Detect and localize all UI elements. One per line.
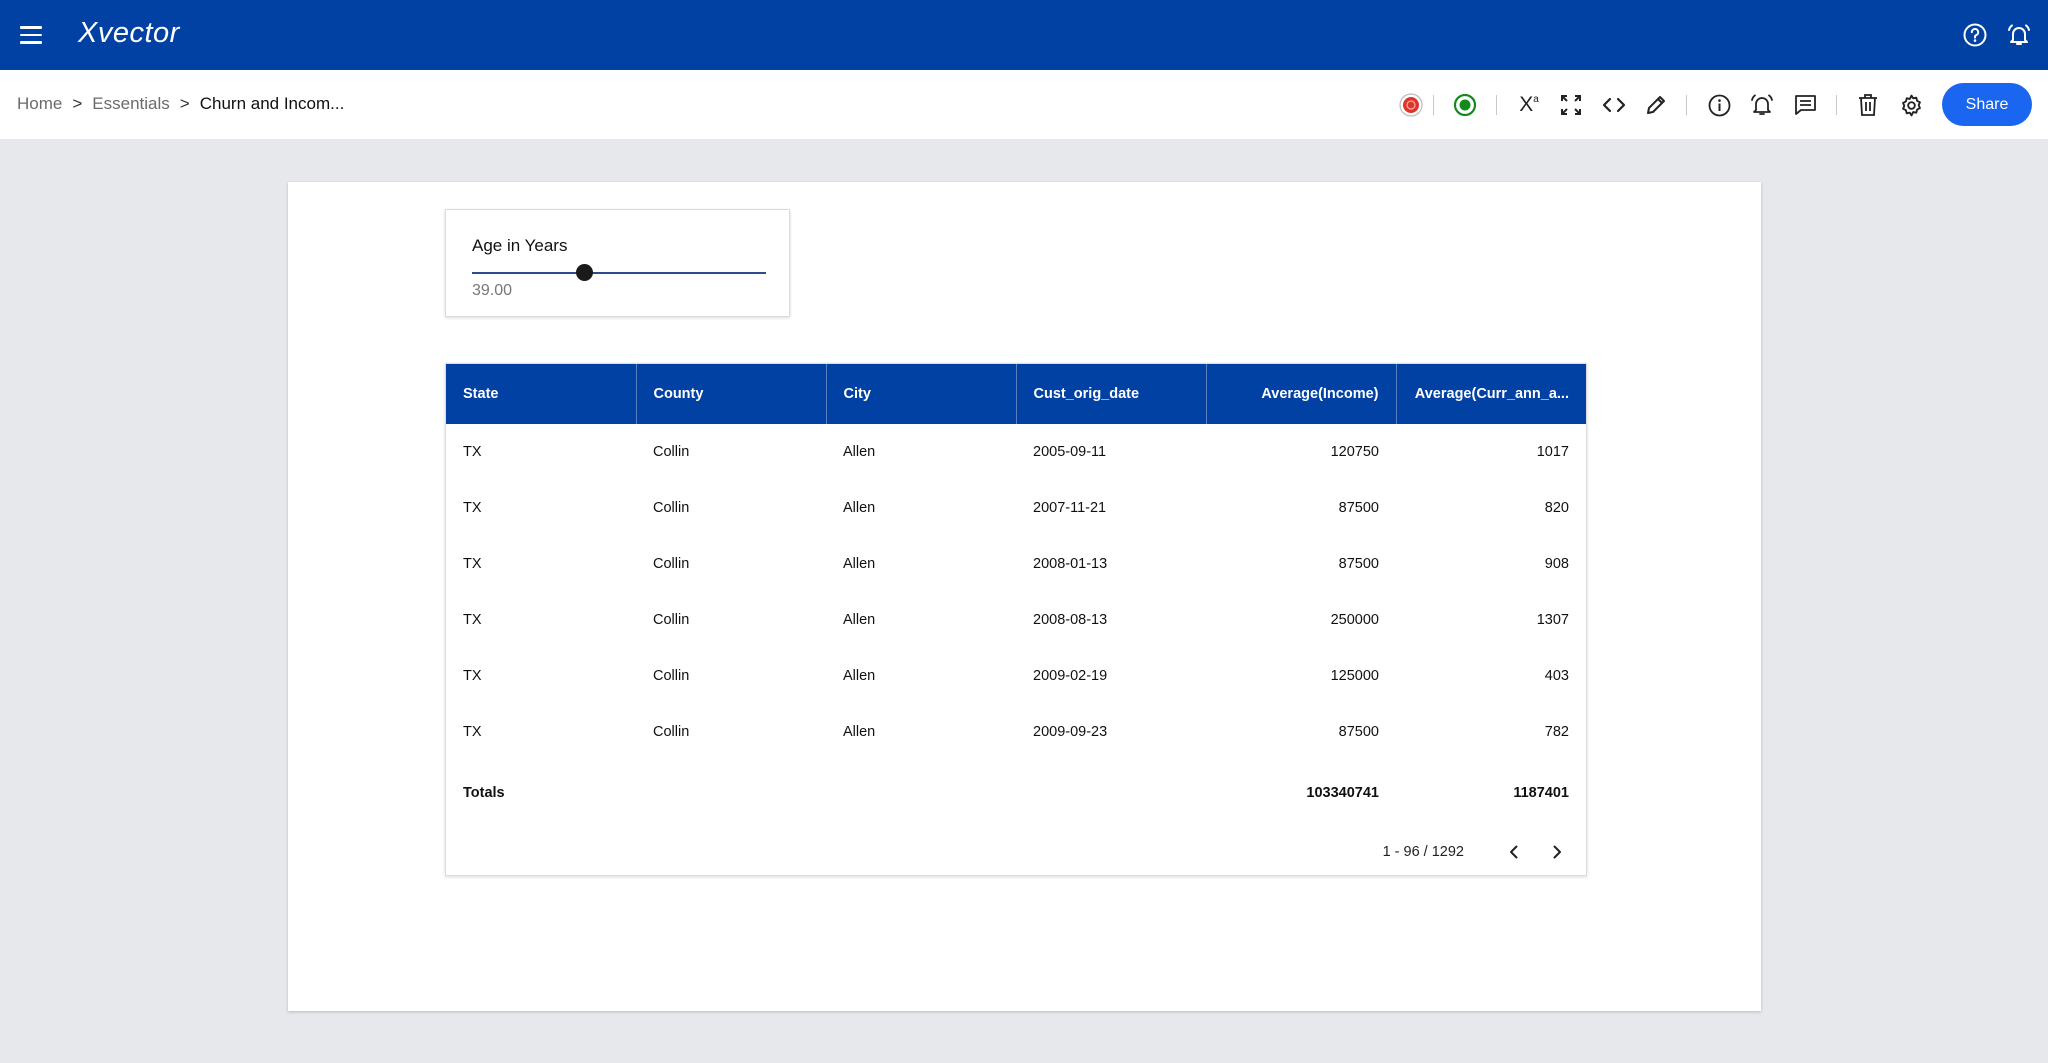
pagination-range: 1 - 96 / 1292 (1382, 844, 1464, 860)
cell-state: TX (463, 724, 482, 740)
slider-value: 39.00 (472, 282, 513, 299)
chevron-left-icon (1510, 845, 1518, 859)
settings-gear-icon[interactable] (1897, 91, 1925, 119)
slider-label: Age in Years (472, 236, 568, 255)
menu-icon[interactable] (20, 26, 42, 44)
cell-state: TX (463, 612, 482, 628)
cell-date: 2005-09-11 (1033, 444, 1107, 460)
app-bar: Xvector (0, 0, 2048, 70)
table-row: TX Collin Allen 2009-02-19 125000 403 (446, 648, 1586, 704)
info-icon[interactable] (1705, 91, 1733, 119)
age-slider-card: Age in Years 39.00 (445, 209, 790, 317)
cell-income: 87500 (1338, 724, 1379, 740)
cell-city: Allen (843, 556, 876, 572)
comment-icon[interactable] (1791, 91, 1819, 119)
cell-state: TX (463, 444, 482, 460)
cell-city: Allen (843, 500, 876, 516)
trash-icon[interactable] (1854, 91, 1882, 119)
cell-income: 125000 (1330, 668, 1379, 684)
help-icon[interactable] (1962, 22, 1988, 48)
dashboard-canvas: Age in Years 39.00 State County City Cus… (288, 182, 1761, 1011)
edit-pencil-icon[interactable] (1642, 91, 1670, 119)
toolbar-divider (1433, 95, 1434, 115)
cell-city: Allen (843, 668, 876, 684)
chevron-right-icon (1553, 845, 1561, 859)
cell-date: 2007-11-21 (1033, 500, 1107, 516)
cell-date: 2009-09-23 (1033, 724, 1108, 740)
toolbar-divider (1686, 95, 1687, 115)
cell-county: Collin (653, 612, 690, 628)
status-running-icon[interactable] (1451, 91, 1479, 119)
toolbar-divider (1836, 95, 1837, 115)
totals-row: Totals 103340741 1187401 (446, 760, 1586, 826)
table-row: TX Collin Allen 2007-11-21 87500 820 (446, 480, 1586, 536)
share-button[interactable]: Share (1942, 83, 2032, 126)
column-header-average-curr-ann[interactable]: Average(Curr_ann_a... (1396, 364, 1586, 424)
breadcrumb-home[interactable]: Home (17, 94, 62, 114)
breadcrumb-separator: > (72, 94, 83, 113)
next-page-button[interactable] (1542, 837, 1572, 867)
table-row: TX Collin Allen 2005-09-11 120750 1017 (446, 424, 1586, 480)
cell-curr-ann: 403 (1544, 668, 1569, 684)
cell-income: 250000 (1330, 612, 1379, 628)
cell-curr-ann: 1307 (1536, 612, 1569, 628)
breadcrumb-essentials[interactable]: Essentials (92, 94, 169, 114)
cell-curr-ann: 820 (1544, 500, 1569, 516)
alert-bell-icon[interactable] (1748, 91, 1776, 119)
cell-city: Allen (843, 724, 876, 740)
notification-bell-icon[interactable] (2006, 22, 2032, 48)
cell-date: 2008-01-13 (1033, 556, 1108, 572)
column-header-cust-orig-date[interactable]: Cust_orig_date (1016, 364, 1207, 424)
table-header-row: State County City Cust_orig_date Average… (446, 364, 1586, 424)
breadcrumb-separator: > (179, 94, 190, 113)
cell-county: Collin (653, 724, 690, 740)
toolbar-divider (1496, 95, 1497, 115)
cell-state: TX (463, 556, 482, 572)
breadcrumb-current: Churn and Incom... (199, 94, 345, 113)
cell-curr-ann: 782 (1544, 724, 1569, 740)
cell-income: 87500 (1338, 556, 1379, 572)
totals-income: 103340741 (1306, 785, 1379, 801)
fullscreen-icon[interactable] (1557, 91, 1585, 119)
data-table: State County City Cust_orig_date Average… (446, 364, 1586, 826)
column-header-average-income[interactable]: Average(Income) (1206, 364, 1397, 424)
formula-icon[interactable]: Xa (1515, 91, 1543, 119)
cell-state: TX (463, 500, 482, 516)
cell-city: Allen (843, 444, 876, 460)
totals-curr-ann: 1187401 (1513, 785, 1569, 801)
totals-label: Totals (463, 785, 505, 801)
toolbar: Home > Essentials > Churn and Incom... X… (0, 70, 2048, 139)
cell-county: Collin (653, 556, 690, 572)
table-row: TX Collin Allen 2008-08-13 250000 1307 (446, 592, 1586, 648)
cell-income: 87500 (1338, 500, 1379, 516)
status-red-icon[interactable] (1397, 91, 1425, 119)
breadcrumb: Home > Essentials > Churn and Incom... (17, 94, 344, 114)
cell-city: Allen (843, 612, 876, 628)
slider-track[interactable] (472, 264, 766, 281)
cell-state: TX (463, 668, 482, 684)
cell-county: Collin (653, 444, 690, 460)
code-icon[interactable] (1600, 91, 1628, 119)
previous-page-button[interactable] (1499, 837, 1529, 867)
cell-curr-ann: 908 (1544, 556, 1569, 572)
data-table-card: State County City Cust_orig_date Average… (445, 363, 1587, 876)
slider-thumb[interactable] (575, 264, 593, 281)
column-header-city[interactable]: City (826, 364, 1017, 424)
formula-label: X (1519, 93, 1534, 116)
app-logo[interactable]: Xvector (78, 17, 180, 50)
cell-income: 120750 (1330, 444, 1379, 460)
table-row: TX Collin Allen 2009-09-23 87500 782 (446, 704, 1586, 760)
cell-curr-ann: 1017 (1536, 444, 1569, 460)
table-row: TX Collin Allen 2008-01-13 87500 908 (446, 536, 1586, 592)
pagination: 1 - 96 / 1292 (1383, 837, 1572, 867)
cell-date: 2008-08-13 (1033, 612, 1108, 628)
cell-county: Collin (653, 668, 690, 684)
cell-date: 2009-02-19 (1033, 668, 1108, 684)
column-header-state[interactable]: State (446, 364, 637, 424)
cell-county: Collin (653, 500, 690, 516)
column-header-county[interactable]: County (636, 364, 827, 424)
